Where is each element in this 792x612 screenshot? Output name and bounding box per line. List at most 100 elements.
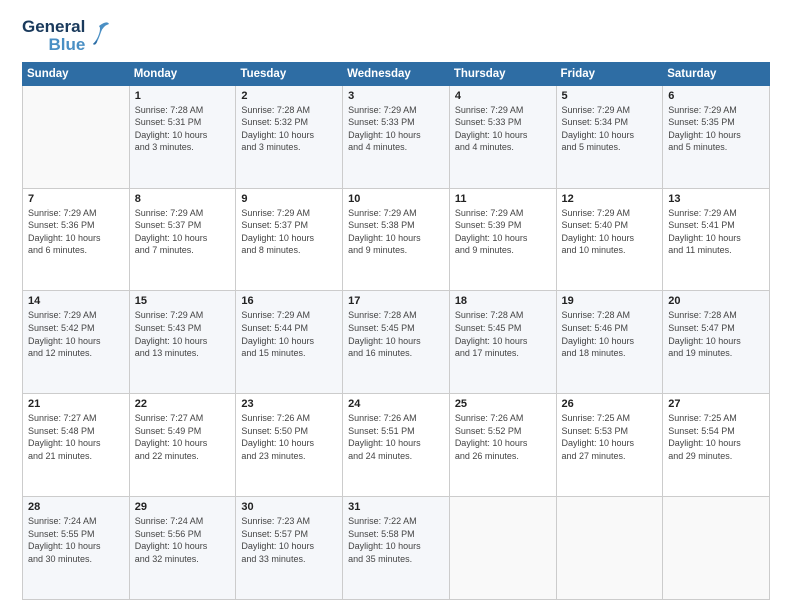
day-cell: 12 Sunrise: 7:29 AM Sunset: 5:40 PM Dayli…	[556, 188, 663, 291]
col-header-monday: Monday	[129, 62, 236, 85]
day-info: Sunrise: 7:26 AM Sunset: 5:52 PM Dayligh…	[455, 412, 551, 462]
day-cell: 10 Sunrise: 7:29 AM Sunset: 5:38 PM Dayli…	[343, 188, 450, 291]
col-header-thursday: Thursday	[449, 62, 556, 85]
col-header-tuesday: Tuesday	[236, 62, 343, 85]
calendar-table: SundayMondayTuesdayWednesdayThursdayFrid…	[22, 62, 770, 600]
day-info: Sunrise: 7:25 AM Sunset: 5:54 PM Dayligh…	[668, 412, 764, 462]
week-row-4: 21Sunrise: 7:27 AM Sunset: 5:48 PM Dayli…	[23, 394, 770, 497]
day-number: 14	[28, 295, 124, 307]
day-number: 31	[348, 501, 444, 513]
col-header-friday: Friday	[556, 62, 663, 85]
day-info: Sunrise: 7:29 AM Sunset: 5:38 PM Dayligh…	[348, 207, 444, 257]
day-cell: 23Sunrise: 7:26 AM Sunset: 5:50 PM Dayli…	[236, 394, 343, 497]
day-cell: 26 Sunrise: 7:25 AM Sunset: 5:53 PM Dayli…	[556, 394, 663, 497]
day-number: 26	[562, 398, 658, 410]
day-cell: 13 Sunrise: 7:29 AM Sunset: 5:41 PM Dayli…	[663, 188, 770, 291]
col-header-sunday: Sunday	[23, 62, 130, 85]
day-info: Sunrise: 7:27 AM Sunset: 5:49 PM Dayligh…	[135, 412, 231, 462]
day-cell: 27 Sunrise: 7:25 AM Sunset: 5:54 PM Dayli…	[663, 394, 770, 497]
day-number: 8	[135, 193, 231, 205]
col-header-saturday: Saturday	[663, 62, 770, 85]
logo-general: General	[22, 18, 85, 36]
day-number: 10	[348, 193, 444, 205]
day-number: 9	[241, 193, 337, 205]
day-cell: 2 Sunrise: 7:28 AM Sunset: 5:32 PM Daylig…	[236, 85, 343, 188]
day-cell	[556, 497, 663, 600]
day-info: Sunrise: 7:28 AM Sunset: 5:47 PM Dayligh…	[668, 309, 764, 359]
day-info: Sunrise: 7:26 AM Sunset: 5:51 PM Dayligh…	[348, 412, 444, 462]
day-info: Sunrise: 7:28 AM Sunset: 5:45 PM Dayligh…	[348, 309, 444, 359]
day-info: Sunrise: 7:25 AM Sunset: 5:53 PM Dayligh…	[562, 412, 658, 462]
day-info: Sunrise: 7:29 AM Sunset: 5:37 PM Dayligh…	[135, 207, 231, 257]
day-cell: 1Sunrise: 7:28 AM Sunset: 5:31 PM Daylig…	[129, 85, 236, 188]
day-number: 1	[135, 90, 231, 102]
day-info: Sunrise: 7:22 AM Sunset: 5:58 PM Dayligh…	[348, 515, 444, 565]
week-row-1: 1Sunrise: 7:28 AM Sunset: 5:31 PM Daylig…	[23, 85, 770, 188]
day-number: 27	[668, 398, 764, 410]
day-cell: 18 Sunrise: 7:28 AM Sunset: 5:45 PM Dayli…	[449, 291, 556, 394]
day-info: Sunrise: 7:29 AM Sunset: 5:33 PM Dayligh…	[455, 104, 551, 154]
day-cell: 4 Sunrise: 7:29 AM Sunset: 5:33 PM Daylig…	[449, 85, 556, 188]
day-cell: 24 Sunrise: 7:26 AM Sunset: 5:51 PM Dayli…	[343, 394, 450, 497]
day-number: 20	[668, 295, 764, 307]
day-info: Sunrise: 7:29 AM Sunset: 5:39 PM Dayligh…	[455, 207, 551, 257]
day-number: 17	[348, 295, 444, 307]
day-number: 7	[28, 193, 124, 205]
day-cell: 14Sunrise: 7:29 AM Sunset: 5:42 PM Dayli…	[23, 291, 130, 394]
day-number: 5	[562, 90, 658, 102]
day-cell	[23, 85, 130, 188]
day-number: 13	[668, 193, 764, 205]
day-cell: 8 Sunrise: 7:29 AM Sunset: 5:37 PM Daylig…	[129, 188, 236, 291]
day-number: 30	[241, 501, 337, 513]
day-cell: 25 Sunrise: 7:26 AM Sunset: 5:52 PM Dayli…	[449, 394, 556, 497]
logo-bird-icon	[89, 18, 111, 53]
day-info: Sunrise: 7:24 AM Sunset: 5:55 PM Dayligh…	[28, 515, 124, 565]
logo: General Blue	[22, 18, 111, 54]
day-info: Sunrise: 7:23 AM Sunset: 5:57 PM Dayligh…	[241, 515, 337, 565]
day-info: Sunrise: 7:29 AM Sunset: 5:41 PM Dayligh…	[668, 207, 764, 257]
week-row-5: 28 Sunrise: 7:24 AM Sunset: 5:55 PM Dayli…	[23, 497, 770, 600]
day-cell: 7 Sunrise: 7:29 AM Sunset: 5:36 PM Daylig…	[23, 188, 130, 291]
day-cell: 31 Sunrise: 7:22 AM Sunset: 5:58 PM Dayli…	[343, 497, 450, 600]
day-number: 25	[455, 398, 551, 410]
day-number: 24	[348, 398, 444, 410]
day-info: Sunrise: 7:27 AM Sunset: 5:48 PM Dayligh…	[28, 412, 124, 462]
day-cell	[449, 497, 556, 600]
day-info: Sunrise: 7:29 AM Sunset: 5:40 PM Dayligh…	[562, 207, 658, 257]
day-number: 23	[241, 398, 337, 410]
day-info: Sunrise: 7:28 AM Sunset: 5:45 PM Dayligh…	[455, 309, 551, 359]
calendar-page: General Blue SundayMondayTuesdayWednesda…	[0, 0, 792, 612]
day-cell: 17 Sunrise: 7:28 AM Sunset: 5:45 PM Dayli…	[343, 291, 450, 394]
day-cell: 11 Sunrise: 7:29 AM Sunset: 5:39 PM Dayli…	[449, 188, 556, 291]
col-header-wednesday: Wednesday	[343, 62, 450, 85]
day-cell: 29 Sunrise: 7:24 AM Sunset: 5:56 PM Dayli…	[129, 497, 236, 600]
day-info: Sunrise: 7:28 AM Sunset: 5:32 PM Dayligh…	[241, 104, 337, 154]
day-cell: 22 Sunrise: 7:27 AM Sunset: 5:49 PM Dayli…	[129, 394, 236, 497]
day-number: 4	[455, 90, 551, 102]
day-info: Sunrise: 7:29 AM Sunset: 5:44 PM Dayligh…	[241, 309, 337, 359]
day-info: Sunrise: 7:29 AM Sunset: 5:34 PM Dayligh…	[562, 104, 658, 154]
day-number: 2	[241, 90, 337, 102]
day-number: 6	[668, 90, 764, 102]
day-cell	[663, 497, 770, 600]
day-number: 22	[135, 398, 231, 410]
day-cell: 21Sunrise: 7:27 AM Sunset: 5:48 PM Dayli…	[23, 394, 130, 497]
day-number: 29	[135, 501, 231, 513]
day-cell: 28 Sunrise: 7:24 AM Sunset: 5:55 PM Dayli…	[23, 497, 130, 600]
day-number: 28	[28, 501, 124, 513]
day-info: Sunrise: 7:29 AM Sunset: 5:35 PM Dayligh…	[668, 104, 764, 154]
day-number: 11	[455, 193, 551, 205]
day-cell: 30 Sunrise: 7:23 AM Sunset: 5:57 PM Dayli…	[236, 497, 343, 600]
header: General Blue	[22, 18, 770, 54]
day-info: Sunrise: 7:24 AM Sunset: 5:56 PM Dayligh…	[135, 515, 231, 565]
day-number: 12	[562, 193, 658, 205]
day-cell: 19Sunrise: 7:28 AM Sunset: 5:46 PM Dayli…	[556, 291, 663, 394]
day-cell: 3Sunrise: 7:29 AM Sunset: 5:33 PM Daylig…	[343, 85, 450, 188]
day-info: Sunrise: 7:28 AM Sunset: 5:46 PM Dayligh…	[562, 309, 658, 359]
day-cell: 6 Sunrise: 7:29 AM Sunset: 5:35 PM Daylig…	[663, 85, 770, 188]
day-number: 16	[241, 295, 337, 307]
day-cell: 16 Sunrise: 7:29 AM Sunset: 5:44 PM Dayli…	[236, 291, 343, 394]
day-number: 18	[455, 295, 551, 307]
day-cell: 15Sunrise: 7:29 AM Sunset: 5:43 PM Dayli…	[129, 291, 236, 394]
day-info: Sunrise: 7:29 AM Sunset: 5:36 PM Dayligh…	[28, 207, 124, 257]
